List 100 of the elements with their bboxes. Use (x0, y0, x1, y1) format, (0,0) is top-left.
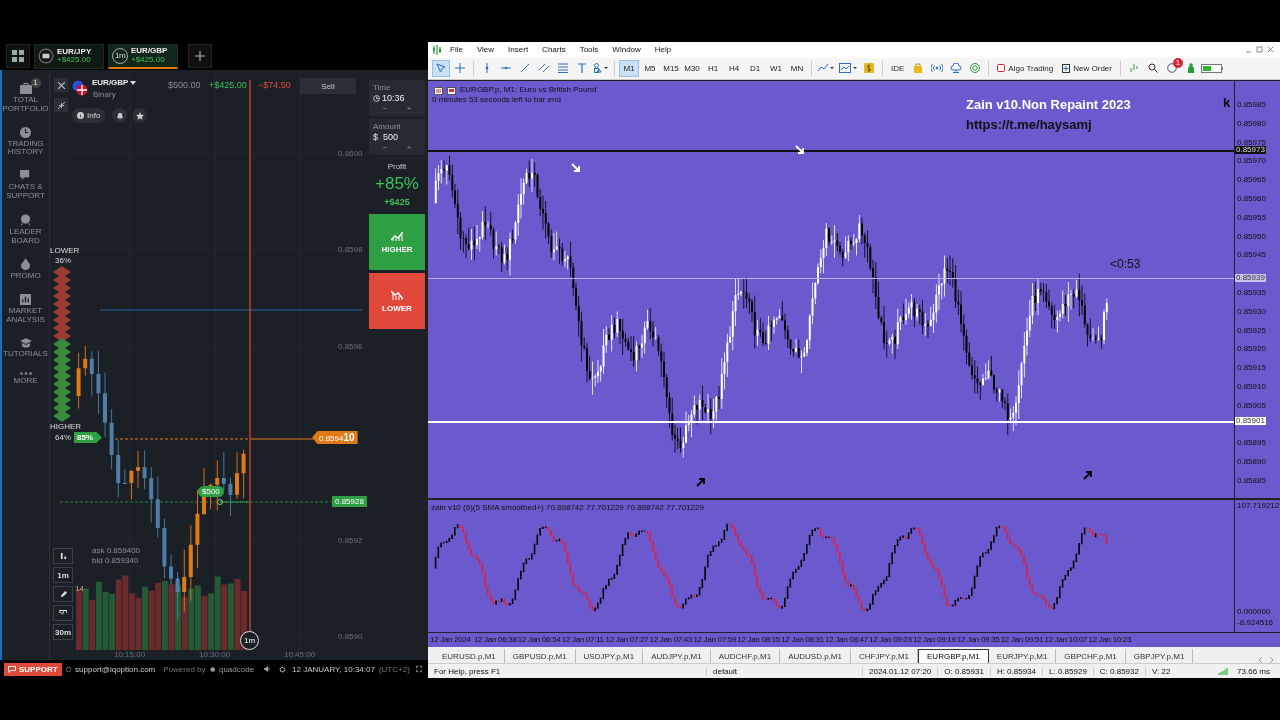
timeframe-button[interactable]: M5 (640, 59, 660, 77)
sidebar-label: MARKET ANALYSIS (5, 307, 46, 325)
line-chart-icon (818, 63, 834, 74)
indicators-button[interactable] (53, 605, 73, 621)
timeframe-button[interactable]: M1 (619, 59, 639, 77)
timeframe-button[interactable]: H1 (703, 59, 723, 77)
timeframe-button[interactable]: 1m (53, 567, 73, 583)
app-icon (432, 45, 442, 55)
chart-type-button[interactable] (53, 548, 73, 564)
status-time: 2024.01.12 07:20 (862, 666, 938, 676)
timeframe-button[interactable]: W1 (766, 59, 786, 77)
time-label: 12 Jan 09:35 (956, 635, 1000, 645)
signal-icon (931, 63, 944, 74)
amount-field[interactable]: Amount $ 500 − + (369, 119, 425, 155)
menu-item[interactable]: File (444, 45, 469, 55)
close-button[interactable] (54, 78, 68, 92)
support-email[interactable]: support@iqoption.com (75, 664, 156, 674)
deal-amount-tag: $500 (198, 486, 224, 497)
indicator-icon (839, 63, 857, 74)
loss-amount: −$74.50 (258, 80, 291, 90)
sidebar-item[interactable]: LEADER BOARD (2, 208, 49, 246)
search-icon (1147, 63, 1158, 74)
timeframe-button[interactable]: M15 (661, 59, 681, 77)
timeframe-button[interactable]: D1 (745, 59, 765, 77)
price-level-line[interactable] (428, 420, 1234, 423)
indicator-title: Zain v10.Non Repaint 2023 (966, 96, 1131, 112)
fullscreen-icon[interactable] (415, 665, 422, 673)
brand-name: quadcode (218, 664, 255, 674)
price-level-line[interactable] (428, 150, 1234, 153)
circle-icon (1166, 63, 1177, 74)
asset-tab[interactable]: EUR/JPY +$425.00 (34, 43, 104, 69)
bar-timer: <0:53 (1110, 256, 1141, 271)
menu-item[interactable]: Tools (573, 45, 605, 55)
notifications-button[interactable]: 1 (1162, 59, 1181, 77)
higher-percent: 64% (55, 433, 71, 442)
price-label: 0.85970 (1237, 157, 1266, 166)
sidebar-item[interactable]: CHATS & SUPPORT (2, 165, 49, 201)
count-badge: 1 (1172, 57, 1183, 68)
sidebar-item[interactable]: TUTORIALS (2, 332, 49, 359)
sell-button[interactable]: Sell (300, 78, 356, 94)
price-label: 0.85920 (1237, 345, 1266, 354)
time-label: 12 Jan 08:15 (737, 635, 780, 645)
sidebar-label: MORE (12, 376, 39, 386)
sidebar-label: PROMO (9, 272, 42, 282)
lower-button[interactable]: LOWER (369, 273, 425, 329)
menu-item[interactable]: Window (606, 45, 647, 55)
collapse-icon (57, 101, 65, 109)
indicator-axis-label: 0.000000 (1237, 608, 1271, 617)
chart-icon (20, 294, 31, 306)
timeframe-button[interactable]: MN (787, 59, 807, 77)
settings-icon[interactable] (279, 664, 287, 674)
timeframe-button[interactable]: H4 (724, 59, 744, 77)
new-order-button[interactable]: New Order (1058, 59, 1116, 77)
arrow-icon (571, 162, 581, 173)
sidebar-item[interactable]: PROMO (2, 253, 49, 282)
symbol-tab[interactable]: EURGBP.p,M1 (918, 649, 989, 664)
trendline-icon (520, 63, 530, 74)
price-label: 0.85885 (1237, 476, 1266, 485)
price-label: 0.85905 (1237, 401, 1266, 410)
asset-dropdown[interactable]: EUR/GBP (92, 78, 137, 87)
cursor-tool[interactable] (432, 59, 450, 77)
sidebar-item[interactable]: MARKET ANALYSIS (2, 289, 49, 325)
sidebar-item[interactable]: MORE (2, 366, 49, 386)
price-label: 0.85960 (1237, 194, 1266, 203)
menu-item[interactable]: View (470, 45, 501, 55)
menu-item[interactable]: Charts (536, 45, 572, 55)
candles-icon (59, 552, 67, 560)
crosshair-icon (455, 63, 465, 74)
algo-trading-button[interactable]: Algo Trading (993, 59, 1058, 77)
flame-icon (21, 258, 30, 271)
add-tab-button[interactable] (188, 44, 212, 68)
profit-amount: +$425 (384, 197, 410, 207)
time-label: 10:15:00 (114, 650, 146, 659)
apps-button[interactable] (6, 44, 30, 68)
time-field[interactable]: Time 10:36 − + (369, 80, 425, 116)
info-icon (77, 112, 84, 119)
menu-item[interactable]: Insert (502, 45, 535, 55)
sidebar-item[interactable]: TRADING HISTORY (2, 121, 49, 158)
status-profile: default (706, 666, 862, 676)
bell-icon (115, 111, 124, 120)
dollar-icon (864, 63, 874, 74)
flag-icon (72, 80, 88, 96)
timeframe-button[interactable]: 30m (53, 624, 73, 640)
timeframe-button[interactable]: M30 (682, 59, 702, 77)
price-label: 0.85980 (1237, 119, 1266, 128)
sidebar-item[interactable]: 1 TOTAL PORTFOLIO (2, 78, 49, 114)
person-icon (1186, 63, 1195, 74)
price-level-line[interactable] (428, 277, 1234, 279)
investment-amount: $500.00 (168, 80, 201, 90)
count-label: 14 (75, 584, 84, 593)
price-label: 0.85965 (1237, 176, 1266, 185)
menu-item[interactable]: Help (648, 45, 678, 55)
window-controls-icon[interactable] (1246, 46, 1274, 54)
sound-icon[interactable] (264, 665, 272, 673)
sidebar-label: TOTAL PORTFOLIO (2, 96, 49, 114)
support-button[interactable]: SUPPORT (4, 662, 62, 676)
collapse-button[interactable] (54, 98, 68, 112)
info-button[interactable]: Info (72, 108, 106, 123)
more-icon (19, 371, 32, 375)
ide-button[interactable]: IDE (887, 59, 909, 77)
